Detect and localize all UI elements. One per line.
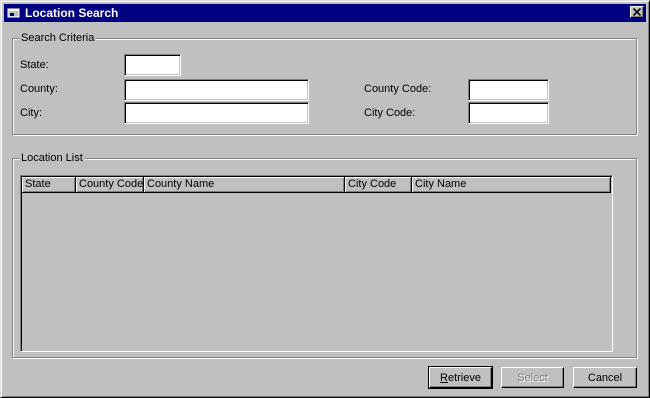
city-input[interactable] [124, 102, 309, 124]
retrieve-mnemonic: R [440, 371, 448, 384]
county-label: County: [20, 83, 58, 95]
county-code-label: County Code: [364, 83, 432, 95]
county-input[interactable] [124, 79, 309, 101]
title-bar[interactable]: Location Search [4, 4, 646, 22]
state-label: State: [20, 59, 49, 71]
list-body[interactable] [22, 193, 611, 350]
app-window-icon [7, 7, 21, 19]
select-button[interactable]: Select [501, 367, 564, 388]
city-code-label: City Code: [364, 107, 416, 119]
cancel-button[interactable]: Cancel [573, 367, 637, 388]
state-input[interactable] [124, 54, 181, 76]
window-title: Location Search [25, 6, 119, 20]
column-header-county-name[interactable]: County Name [144, 177, 345, 193]
location-search-window: Location Search Search Criteria State: C… [0, 0, 650, 398]
retrieve-button[interactable]: Retrieve [428, 366, 493, 389]
column-header-state[interactable]: State [22, 177, 76, 193]
cancel-label: Cancel [587, 371, 623, 384]
select-label: Select [517, 371, 548, 384]
retrieve-label: etrieve [447, 371, 481, 384]
column-header-city-name[interactable]: City Name [412, 177, 611, 193]
city-code-input[interactable] [468, 102, 549, 124]
location-list-label: Location List [19, 151, 85, 165]
county-code-input[interactable] [468, 79, 549, 101]
column-header-county-code[interactable]: County Code [76, 177, 144, 193]
close-icon [633, 8, 641, 16]
search-criteria-label: Search Criteria [19, 31, 97, 45]
location-list-view[interactable]: State County Code County Name City Code … [20, 175, 613, 352]
list-header: State County Code County Name City Code … [22, 177, 611, 193]
column-header-city-code[interactable]: City Code [345, 177, 412, 193]
city-label: City: [20, 107, 42, 119]
close-button[interactable] [630, 6, 644, 18]
